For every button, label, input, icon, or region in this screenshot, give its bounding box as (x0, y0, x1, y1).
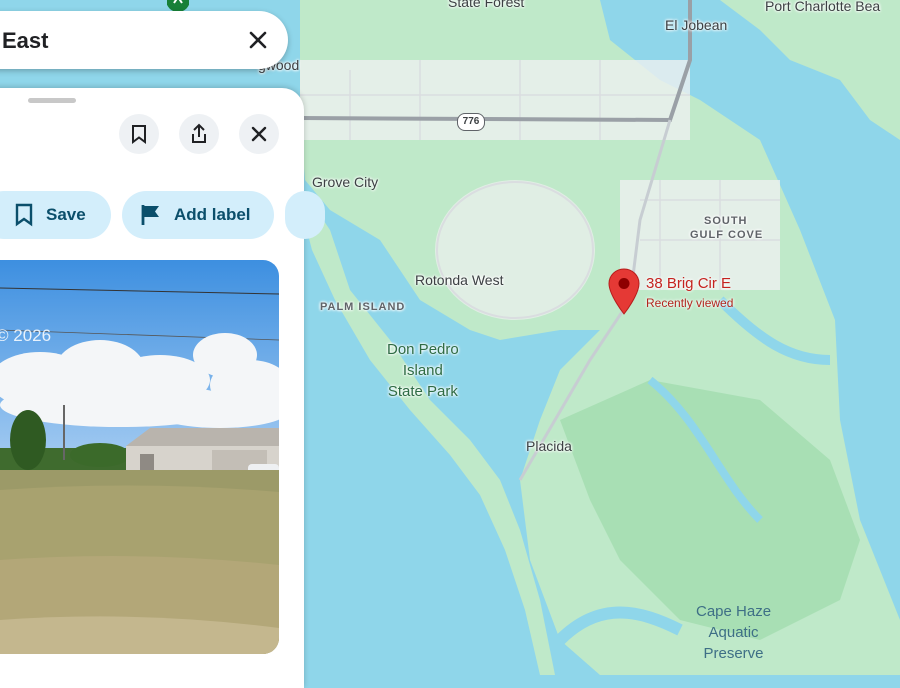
close-button[interactable] (239, 114, 279, 154)
search-bar[interactable]: East (0, 11, 288, 69)
share-icon (192, 123, 206, 143)
close-icon (251, 126, 267, 142)
label-palm-island: PALM ISLAND (320, 301, 406, 313)
label-el-jobean: El Jobean (665, 17, 728, 33)
street-view-photo[interactable]: © 2026 (0, 260, 279, 654)
label-gulf-cove: GULF COVE (690, 229, 764, 241)
flag-icon (141, 205, 159, 225)
street-view-image (0, 260, 279, 654)
share-button[interactable] (179, 114, 219, 154)
save-button[interactable]: Save (0, 191, 111, 239)
urban-area (300, 60, 690, 140)
rotonda-circle (435, 180, 595, 320)
more-action-chip[interactable] (285, 191, 325, 239)
add-label-button[interactable]: Add label (122, 191, 274, 239)
label-don-pedro-island-state-park: Don Pedro Island State Park (387, 341, 459, 400)
add-label-text: Add label (174, 205, 251, 224)
bookmark-outline-icon (15, 203, 33, 227)
label-cape-haze-aquatic-preserve: Cape Haze Aquatic Preserve (696, 603, 772, 662)
label-port-charlotte: Port Charlotte Bea (765, 0, 881, 14)
drag-handle[interactable] (28, 98, 76, 103)
label-south: SOUTH (704, 215, 748, 227)
search-close-icon[interactable] (240, 22, 276, 58)
route-776-shield: 776 (457, 113, 485, 131)
pin-title[interactable]: 38 Brig Cir E (646, 275, 731, 292)
bookmark-icon (132, 125, 146, 144)
location-pin-icon[interactable] (608, 268, 640, 316)
search-query[interactable]: East (2, 28, 48, 54)
pin-subtitle: Recently viewed (646, 296, 734, 310)
label-rotonda-west: Rotonda West (415, 272, 504, 288)
bookmark-button[interactable] (119, 114, 159, 154)
photo-watermark: © 2026 (0, 326, 52, 345)
save-label: Save (46, 205, 86, 224)
label-grove-city: Grove City (312, 174, 379, 190)
label-state-forest: State Forest (448, 0, 525, 10)
label-placida: Placida (526, 438, 572, 454)
